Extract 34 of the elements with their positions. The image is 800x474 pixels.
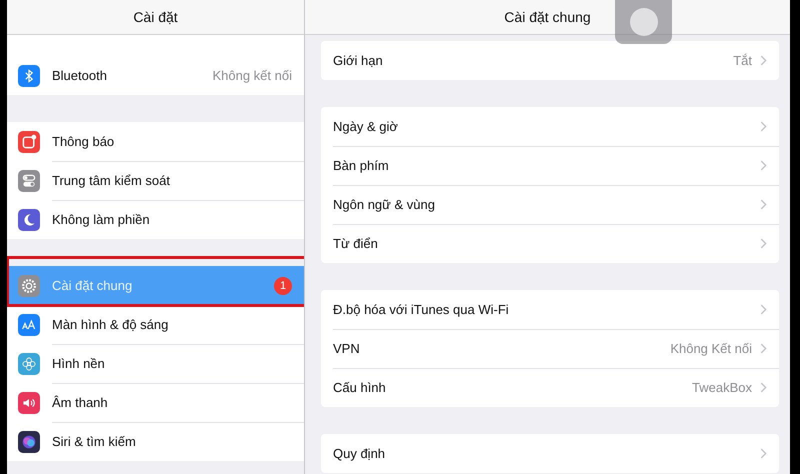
settings-row[interactable]: Cấu hình TweakBox (321, 368, 779, 407)
settings-row[interactable]: Ngày & giờ (321, 107, 779, 146)
settings-item[interactable]: Âm thanh (7, 383, 304, 422)
settings-row[interactable]: Quy định (321, 434, 779, 473)
status-value: Tắt (733, 53, 752, 68)
chevron-icon (760, 304, 767, 315)
chevron-icon (760, 160, 767, 171)
status-value: Không kết nối (212, 68, 292, 83)
settings-item[interactable]: Không làm phiền (7, 200, 304, 239)
chevron-icon (760, 55, 767, 66)
settings-item[interactable]: Siri & tìm kiếm (7, 422, 304, 461)
assistive-touch-button[interactable] (615, 0, 672, 44)
settings-row[interactable]: Bàn phím (321, 146, 779, 185)
chevron-icon (760, 121, 767, 132)
chevron-icon (760, 199, 767, 210)
settings-item[interactable]: Hình nền (7, 344, 304, 383)
notification-badge: 1 (274, 276, 292, 294)
chevron-icon (760, 238, 767, 249)
settings-item[interactable]: Thông báo (7, 122, 304, 161)
settings-item[interactable]: Cài đặt chung 1 (7, 266, 304, 305)
status-value: Không Kết nối (670, 341, 752, 356)
sidebar-title: Cài đặt (133, 9, 178, 25)
settings-row[interactable]: Đ.bộ hóa với iTunes qua Wi-Fi (321, 290, 779, 329)
settings-item[interactable]: Màn hình & độ sáng (7, 305, 304, 344)
status-value: TweakBox (692, 380, 752, 395)
chevron-icon (760, 343, 767, 354)
settings-row[interactable]: Giới hạn Tắt (321, 41, 779, 80)
settings-row[interactable]: Ngôn ngữ & vùng (321, 185, 779, 224)
settings-row[interactable]: Từ điển (321, 224, 779, 263)
chevron-icon (760, 382, 767, 393)
chevron-icon (760, 448, 767, 459)
settings-row[interactable]: VPN Không Kết nối (321, 329, 779, 368)
detail-title: Cài đặt chung (504, 9, 591, 25)
settings-item[interactable]: Trung tâm kiểm soát (7, 161, 304, 200)
